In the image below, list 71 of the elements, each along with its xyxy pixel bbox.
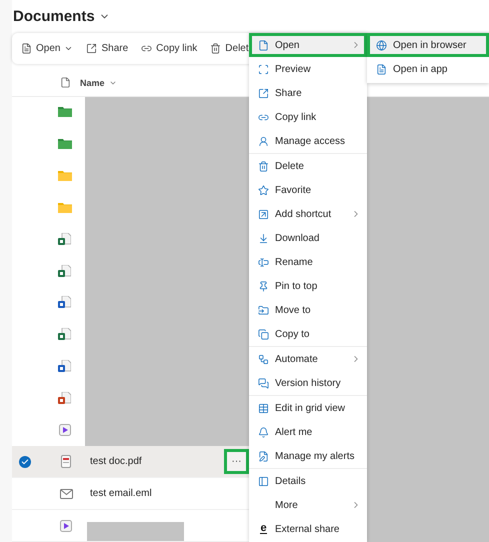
folder-icon	[58, 202, 72, 213]
envelope-icon	[60, 488, 72, 499]
word-file-icon	[58, 296, 72, 310]
file-row[interactable]: test email.eml	[12, 478, 249, 510]
menu-item[interactable]: More	[249, 493, 367, 517]
folder-icon	[58, 170, 72, 182]
document-icon	[376, 64, 387, 74]
menu-item[interactable]: Delete	[249, 154, 367, 178]
menu-item[interactable]: Favorite	[249, 178, 367, 202]
menu-item[interactable]: Open in app	[367, 57, 489, 81]
rename-icon	[258, 256, 269, 268]
video-file-icon	[58, 424, 71, 436]
download-icon	[258, 232, 269, 244]
menu-item[interactable]: Move to	[249, 298, 367, 322]
spreadsheet-file-icon	[58, 232, 72, 246]
menu-item[interactable]: Edit in grid view	[249, 396, 367, 420]
menu-item[interactable]: Pin to top	[249, 274, 367, 298]
menu-item[interactable]: Manage access	[249, 129, 367, 153]
word-file-icon	[58, 360, 72, 373]
pdf-file-icon	[61, 455, 71, 468]
video-file-icon	[60, 520, 72, 532]
menu-item[interactable]: e External share	[249, 517, 367, 541]
spreadsheet-file-icon	[58, 264, 72, 278]
details-panel-icon	[258, 476, 269, 486]
file-name[interactable]: test email.eml	[90, 488, 249, 500]
check-icon[interactable]	[18, 456, 30, 468]
file-name[interactable]: test doc.pdf	[90, 456, 224, 468]
menu-item[interactable]: Open in browser	[367, 33, 489, 57]
page-title: Documents	[13, 8, 95, 26]
menu-item[interactable]: Details	[249, 469, 367, 493]
toolbar-button[interactable]: Delet	[210, 42, 249, 54]
folder-icon	[58, 106, 72, 118]
menu-item[interactable]: Rename	[249, 250, 367, 274]
menu-item[interactable]: Open	[249, 33, 367, 57]
folder-move-icon	[258, 304, 269, 316]
toolbar-button[interactable]: Copy link	[141, 42, 198, 54]
file-type-icon	[60, 77, 71, 88]
menu-item[interactable]: Copy link	[249, 105, 367, 129]
document-icon	[21, 42, 32, 54]
menu-item[interactable]: Version history	[249, 371, 367, 395]
document-icon	[258, 40, 269, 50]
star-icon	[258, 184, 269, 196]
share-icon	[258, 88, 269, 98]
menu-item[interactable]: Add shortcut	[249, 202, 367, 226]
file-row[interactable]: test doc.pdf ···	[12, 446, 249, 478]
share-icon	[86, 42, 98, 54]
menu-item[interactable]: Manage my alerts	[249, 444, 367, 468]
globe-icon	[376, 40, 387, 50]
copy-icon	[258, 328, 269, 340]
person-icon	[258, 136, 269, 146]
menu-item[interactable]: Download	[249, 226, 367, 250]
menu-item[interactable]: Copy to	[249, 322, 367, 346]
trash-icon	[258, 160, 269, 172]
more-button[interactable]: ···	[224, 449, 249, 474]
grid-icon	[258, 402, 269, 414]
flow-icon	[258, 354, 269, 364]
preview-frame-icon	[258, 64, 269, 74]
spreadsheet-file-icon	[58, 328, 72, 342]
folder-icon	[58, 138, 72, 150]
shortcut-arrow-icon	[258, 208, 269, 220]
presentation-file-icon	[58, 392, 72, 405]
pin-icon	[258, 280, 269, 292]
menu-item[interactable]: Alert me	[249, 420, 367, 444]
toolbar-button[interactable]: Open	[21, 42, 74, 54]
trash-icon	[210, 42, 222, 54]
bell-icon	[258, 426, 269, 438]
menu-item[interactable]: Share	[249, 81, 367, 105]
column-header[interactable]: Name	[71, 78, 117, 88]
toolbar-button[interactable]: Share	[86, 42, 128, 54]
menu-item[interactable]: Automate	[249, 347, 367, 371]
menu-item[interactable]: Preview	[249, 57, 367, 81]
